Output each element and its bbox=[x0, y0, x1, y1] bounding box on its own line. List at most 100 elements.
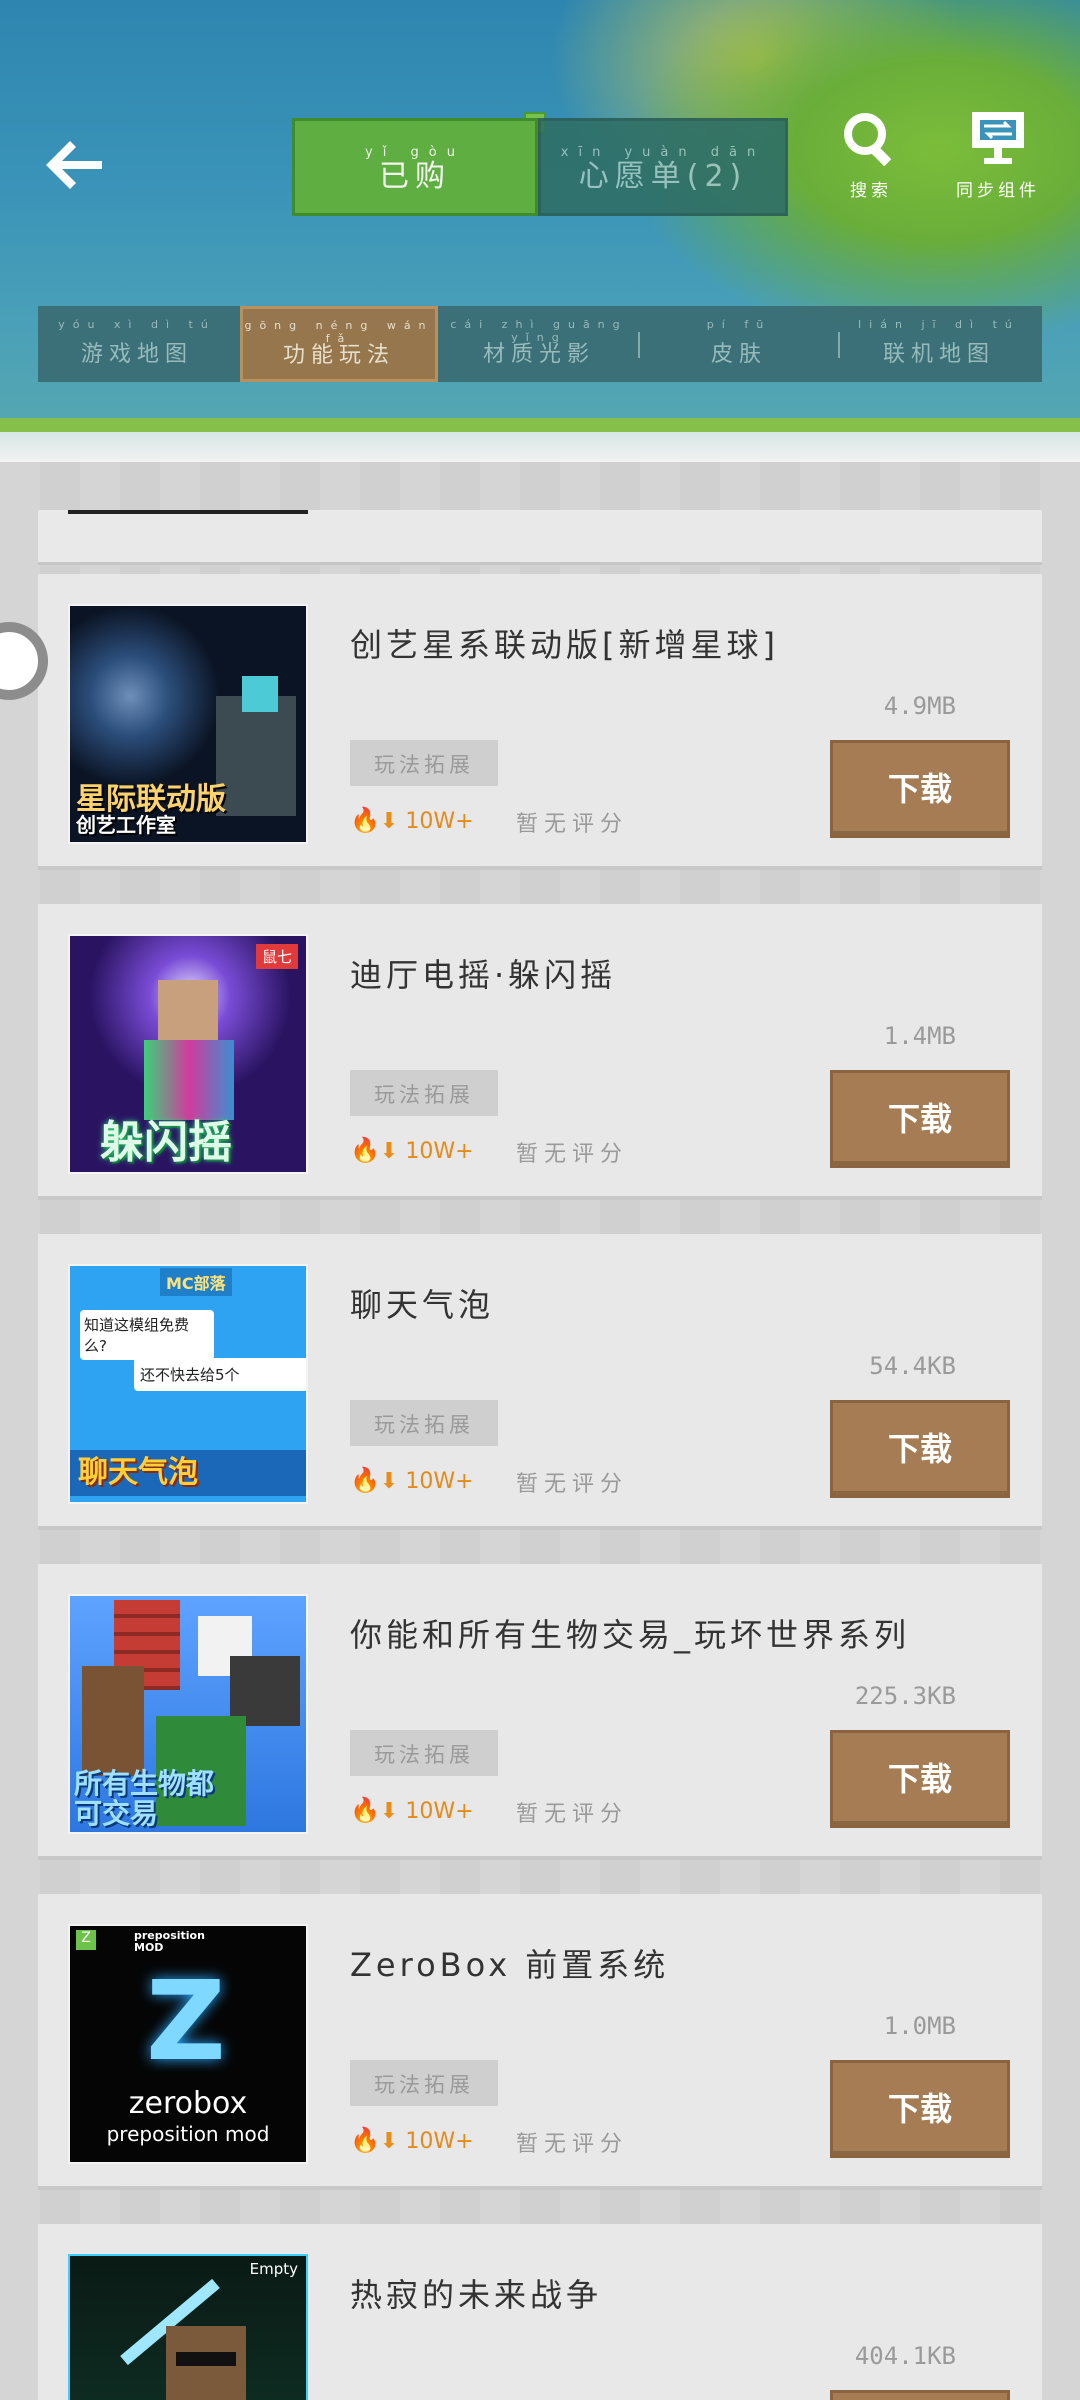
item-thumbnail: 所有生物都 可交易 bbox=[68, 1594, 308, 1834]
tab-online-maps[interactable]: lián jī dì tú 联机地图 bbox=[840, 306, 1038, 382]
download-arrow-icon: ⬇ bbox=[379, 1469, 399, 1494]
fire-icon: 🔥 bbox=[350, 1466, 380, 1494]
item-title: 你能和所有生物交易_玩坏世界系列 bbox=[350, 1616, 911, 1654]
search-label: 搜索 bbox=[850, 181, 892, 201]
item-rating: 暂无评分 bbox=[516, 1802, 629, 1827]
item-rating: 暂无评分 bbox=[516, 2132, 629, 2157]
header-divider bbox=[0, 418, 1080, 432]
thumbnail-subcaption: preposition mod bbox=[106, 2122, 270, 2146]
item-thumbnail: Z preposition MOD Z zerobox preposition … bbox=[68, 1924, 308, 2164]
download-arrow-icon: ⬇ bbox=[379, 2129, 399, 2154]
tab-online-maps-pinyin: lián jī dì tú bbox=[858, 318, 1020, 331]
search-icon bbox=[844, 113, 892, 167]
header-divider-shadow bbox=[0, 432, 1080, 462]
download-button[interactable]: 下载 bbox=[830, 1070, 1010, 1168]
thumbnail-corner-label: Empty bbox=[249, 2260, 298, 2278]
tab-skins-label: 皮肤 bbox=[710, 342, 767, 367]
item-popularity: 🔥⬇ 10W+ bbox=[350, 2126, 474, 2154]
download-arrow-icon: ⬇ bbox=[379, 809, 399, 834]
popularity-count: 10W+ bbox=[405, 1139, 474, 1164]
tab-gameplay-label: 功能玩法 bbox=[282, 343, 395, 368]
back-button[interactable] bbox=[38, 130, 108, 200]
thumbnail-logo: MC部落 bbox=[160, 1268, 232, 1296]
tab-bought[interactable]: yǐ gòu 已购 bbox=[292, 118, 538, 216]
download-button[interactable]: 下载 bbox=[830, 1400, 1010, 1498]
item-tag: 玩法拓展 bbox=[350, 740, 498, 786]
item-tag: 玩法拓展 bbox=[350, 1400, 498, 1446]
thumbnail-bubble: 还不快去给5个 bbox=[134, 1358, 306, 1391]
tab-game-maps-pinyin: yóu xì dì tú bbox=[58, 318, 216, 331]
sync-components-button[interactable]: 同步组件 bbox=[940, 110, 1056, 201]
thumbnail-caption: zerobox bbox=[128, 2086, 248, 2121]
tab-textures-shaders[interactable]: cái zhì guāng yǐng 材质光影 bbox=[440, 306, 638, 382]
download-arrow-icon: ⬇ bbox=[379, 1799, 399, 1824]
sync-label: 同步组件 bbox=[956, 181, 1040, 201]
item-popularity: 🔥⬇ 10W+ bbox=[350, 806, 474, 834]
item-size: 404.1KB bbox=[854, 2342, 956, 2370]
item-rating: 暂无评分 bbox=[516, 812, 629, 837]
item-thumbnail: 鼠七 躲闪摇 bbox=[68, 934, 308, 1174]
thumbnail-bubble: 知道这模组免费么? bbox=[80, 1310, 214, 1360]
sync-icon bbox=[972, 112, 1024, 164]
item-size: 225.3KB bbox=[854, 1682, 956, 1710]
tab-wishlist[interactable]: xīn yuàn dān 心愿单(2) bbox=[538, 118, 788, 216]
item-rating: 暂无评分 bbox=[516, 1142, 629, 1167]
thumbnail-caption: 所有生物都 可交易 bbox=[74, 1767, 215, 1830]
item-popularity: 🔥⬇ 10W+ bbox=[350, 1466, 474, 1494]
fire-icon: 🔥 bbox=[350, 1136, 380, 1164]
download-button[interactable]: 下载 bbox=[830, 2390, 1010, 2400]
item-title: 聊天气泡 bbox=[350, 1286, 495, 1324]
thumbnail-caption: 聊天气泡 bbox=[78, 1454, 198, 1490]
item-size: 4.9MB bbox=[883, 692, 956, 720]
list-item-partial bbox=[38, 510, 1042, 565]
tab-gameplay[interactable]: gōng néng wán fǎ 功能玩法 bbox=[240, 306, 438, 382]
thumbnail-caption: 星际联动版 创艺工作室 bbox=[76, 781, 226, 837]
item-size: 1.0MB bbox=[883, 2012, 956, 2040]
list-item[interactable]: Empty 热寂的未来战争 404.1KB 下载 bbox=[38, 2224, 1042, 2400]
tab-wishlist-label: 心愿单(2) bbox=[578, 159, 748, 194]
list-item[interactable]: 星际联动版 创艺工作室 创艺星系联动版[新增星球] 4.9MB 玩法拓展 🔥⬇ … bbox=[38, 574, 1042, 870]
list-item[interactable]: MC部落 知道这模组免费么? 还不快去给5个 聊天气泡 聊天气泡 54.4KB … bbox=[38, 1234, 1042, 1530]
list-item[interactable]: 鼠七 躲闪摇 迪厅电摇·躲闪摇 1.4MB 玩法拓展 🔥⬇ 10W+ 暂无评分 … bbox=[38, 904, 1042, 1200]
search-button[interactable]: 搜索 bbox=[838, 110, 904, 201]
fire-icon: 🔥 bbox=[350, 2126, 380, 2154]
fire-icon: 🔥 bbox=[350, 1796, 380, 1824]
back-arrow-icon bbox=[46, 141, 102, 189]
item-title: 热寂的未来战争 bbox=[350, 2276, 603, 2314]
item-title: ZeroBox 前置系统 bbox=[350, 1946, 670, 1984]
header bbox=[0, 0, 1080, 460]
tab-skins-pinyin: pí fū bbox=[706, 318, 772, 331]
item-rating: 暂无评分 bbox=[516, 1472, 629, 1497]
popularity-count: 10W+ bbox=[405, 1799, 474, 1824]
item-thumbnail: Empty bbox=[68, 2254, 308, 2400]
item-title: 创艺星系联动版[新增星球] bbox=[350, 626, 779, 664]
item-tag: 玩法拓展 bbox=[350, 2060, 498, 2106]
item-thumbnail: 星际联动版 创艺工作室 bbox=[68, 604, 308, 844]
tab-bought-label: 已购 bbox=[379, 159, 451, 194]
download-button[interactable]: 下载 bbox=[830, 740, 1010, 838]
item-size: 54.4KB bbox=[869, 1352, 956, 1380]
item-thumbnail: MC部落 知道这模组免费么? 还不快去给5个 聊天气泡 bbox=[68, 1264, 308, 1504]
item-list[interactable]: 星际联动版 创艺工作室 创艺星系联动版[新增星球] 4.9MB 玩法拓展 🔥⬇ … bbox=[0, 462, 1080, 2400]
list-item[interactable]: Z preposition MOD Z zerobox preposition … bbox=[38, 1894, 1042, 2190]
popularity-count: 10W+ bbox=[405, 809, 474, 834]
category-tabs: yóu xì dì tú 游戏地图 gōng néng wán fǎ 功能玩法 … bbox=[38, 306, 1042, 382]
fire-icon: 🔥 bbox=[350, 806, 380, 834]
tab-skins[interactable]: pí fū 皮肤 bbox=[640, 306, 838, 382]
zerobox-logo-icon: Z bbox=[76, 1930, 96, 1950]
popularity-count: 10W+ bbox=[405, 2129, 474, 2154]
tab-game-maps[interactable]: yóu xì dì tú 游戏地图 bbox=[38, 306, 236, 382]
item-tag: 玩法拓展 bbox=[350, 1070, 498, 1116]
thumbnail-badge: 鼠七 bbox=[255, 944, 298, 969]
thumbnail-caption: 躲闪摇 bbox=[100, 1116, 232, 1168]
tab-game-maps-label: 游戏地图 bbox=[80, 342, 193, 367]
tab-online-maps-label: 联机地图 bbox=[882, 342, 995, 367]
thumbnail-corner-label: preposition MOD bbox=[134, 1929, 205, 1955]
tab-textures-label: 材质光影 bbox=[482, 342, 595, 367]
item-tag: 玩法拓展 bbox=[350, 1730, 498, 1776]
download-button[interactable]: 下载 bbox=[830, 2060, 1010, 2158]
list-item[interactable]: 所有生物都 可交易 你能和所有生物交易_玩坏世界系列 225.3KB 玩法拓展 … bbox=[38, 1564, 1042, 1860]
item-popularity: 🔥⬇ 10W+ bbox=[350, 1796, 474, 1824]
download-button[interactable]: 下载 bbox=[830, 1730, 1010, 1828]
download-arrow-icon: ⬇ bbox=[379, 1139, 399, 1164]
